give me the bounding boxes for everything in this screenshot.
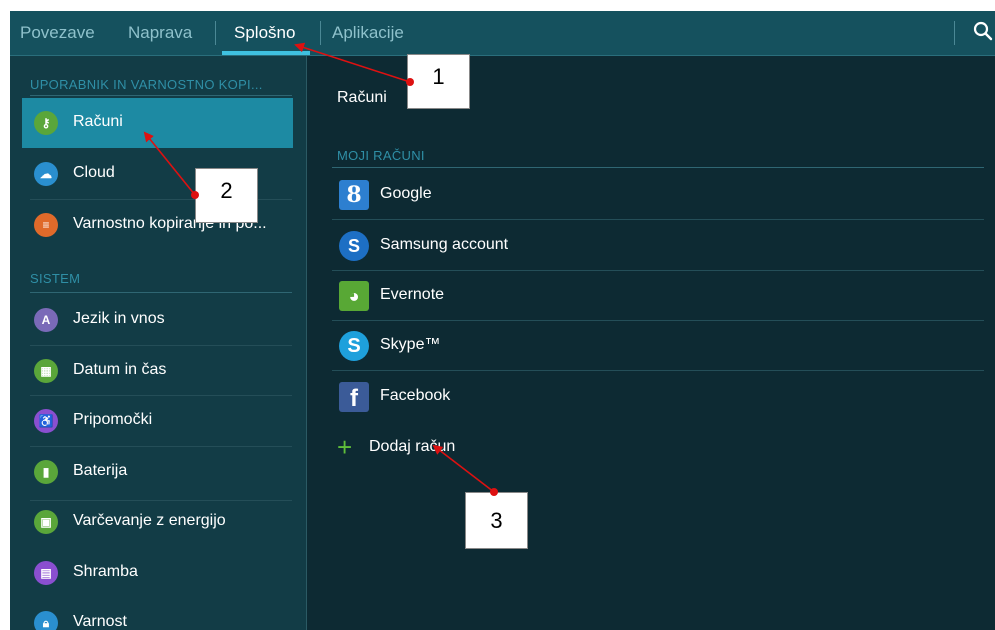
lock-icon: 🔒︎	[34, 611, 58, 630]
sidebar-item-storage[interactable]: ▤ Shramba	[22, 548, 293, 598]
account-label: Evernote	[380, 286, 445, 303]
active-tab-indicator	[222, 51, 310, 55]
battery-icon: ▮	[34, 460, 58, 484]
sidebar-item-battery[interactable]: ▮ Baterija	[22, 447, 293, 497]
top-tab-bar: Povezave Naprava Splošno Aplikacije	[10, 11, 995, 56]
search-icon[interactable]	[973, 21, 993, 43]
section-header-user-backup: UPORABNIK IN VARNOSTNO KOPI...	[30, 77, 263, 92]
storage-icon: ▤	[34, 561, 58, 585]
section-divider	[332, 167, 984, 168]
power-saving-icon: ▣	[34, 510, 58, 534]
sidebar-item-label: Pripomočki	[73, 411, 153, 428]
sidebar-item-label: Varnost	[73, 613, 127, 630]
section-divider	[30, 95, 292, 96]
plus-icon: +	[337, 432, 353, 462]
cloud-icon: ☁	[34, 162, 58, 186]
section-header-my-accounts: MOJI RAČUNI	[337, 148, 425, 163]
facebook-icon: f	[339, 382, 369, 412]
accessibility-icon: ♿	[34, 409, 58, 433]
account-label: Skype™	[380, 336, 441, 353]
page-title: Računi	[337, 89, 387, 106]
sidebar-item-racuni[interactable]: ⚷ Računi	[22, 98, 293, 148]
google-icon: 8	[339, 180, 369, 210]
section-divider	[30, 292, 292, 293]
tab-naprava[interactable]: Naprava	[128, 23, 192, 43]
sidebar-item-label: Jezik in vnos	[73, 310, 165, 327]
callout-1: 1	[407, 54, 470, 109]
tab-splosno[interactable]: Splošno	[234, 23, 295, 43]
tab-divider	[320, 21, 321, 45]
sidebar-item-security[interactable]: 🔒︎ Varnost	[22, 598, 293, 630]
settings-sidebar: UPORABNIK IN VARNOSTNO KOPI... ⚷ Računi …	[10, 56, 307, 630]
language-icon: A	[34, 308, 58, 332]
callout-2: 2	[195, 168, 258, 223]
samsung-icon: S	[339, 231, 369, 261]
account-samsung[interactable]: S Samsung account	[332, 220, 984, 270]
callout-3: 3	[465, 492, 528, 549]
sidebar-item-label: Shramba	[73, 563, 138, 580]
tab-divider	[215, 21, 216, 45]
account-evernote[interactable]: ◕ Evernote	[332, 270, 984, 320]
key-icon: ⚷	[34, 111, 58, 135]
tab-povezave[interactable]: Povezave	[20, 23, 95, 43]
account-label: Facebook	[380, 387, 451, 404]
account-label: Samsung account	[380, 236, 509, 253]
account-skype[interactable]: S Skype™	[332, 320, 984, 370]
account-google[interactable]: 8 Google	[332, 169, 984, 219]
tab-divider	[954, 21, 955, 45]
skype-icon: S	[339, 331, 369, 361]
sidebar-item-label: Baterija	[73, 462, 128, 479]
sidebar-item-language[interactable]: A Jezik in vnos	[22, 295, 293, 345]
sidebar-item-label: Varčevanje z energijo	[73, 512, 226, 529]
tab-aplikacije[interactable]: Aplikacije	[332, 23, 404, 43]
account-label: Google	[380, 185, 432, 202]
section-header-system: SISTEM	[30, 271, 81, 286]
sidebar-item-accessibility[interactable]: ♿ Pripomočki	[22, 396, 293, 446]
evernote-icon: ◕	[339, 281, 369, 311]
account-facebook[interactable]: f Facebook	[332, 371, 984, 421]
calendar-icon: ▦	[34, 359, 58, 383]
add-account-label: Dodaj račun	[369, 438, 456, 455]
sidebar-item-date-time[interactable]: ▦ Datum in čas	[22, 346, 293, 396]
sidebar-item-label: Cloud	[73, 164, 115, 181]
sidebar-item-label: Datum in čas	[73, 361, 167, 378]
backup-icon: ≡	[34, 213, 58, 237]
sidebar-item-power-saving[interactable]: ▣ Varčevanje z energijo	[22, 497, 293, 547]
accounts-panel: Računi MOJI RAČUNI 8 Google S Samsung ac…	[307, 56, 995, 630]
sidebar-item-label: Računi	[73, 113, 123, 130]
